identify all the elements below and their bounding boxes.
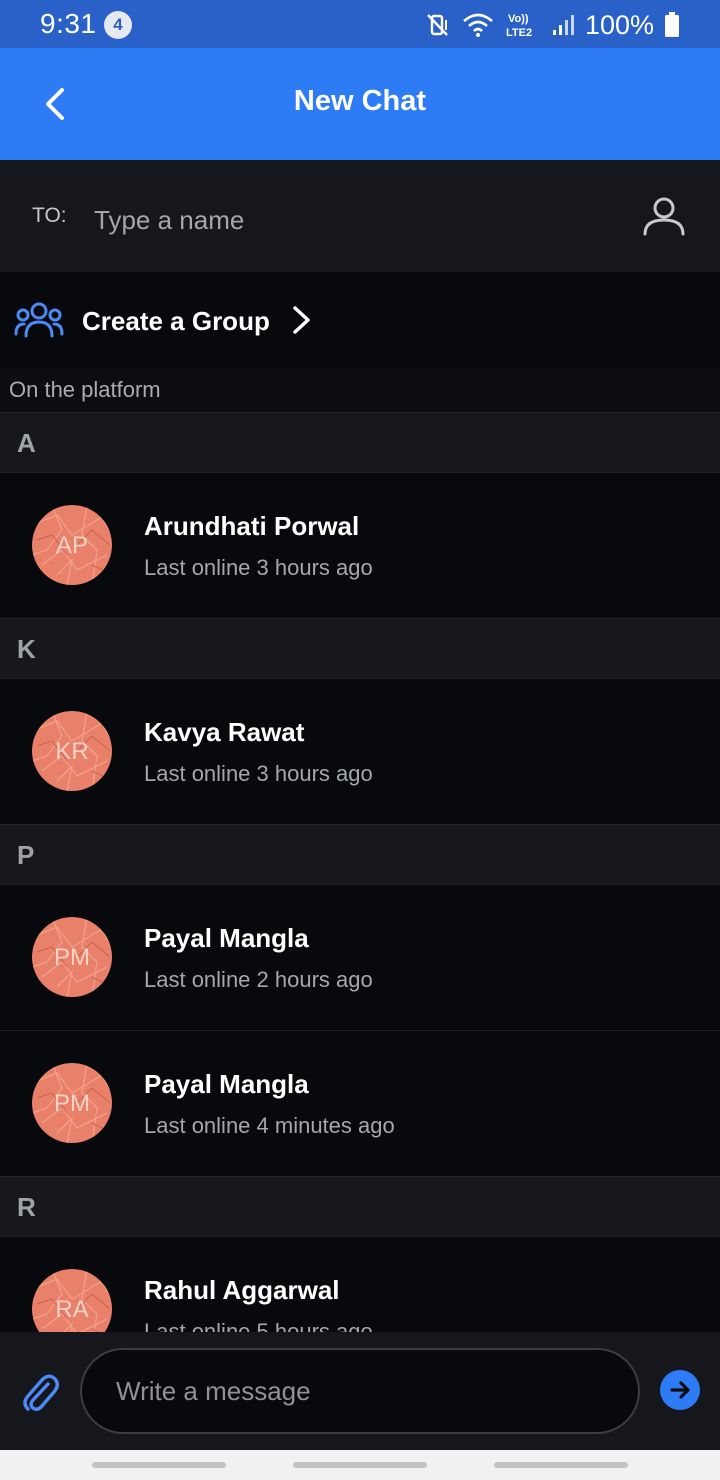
- group-icon: [14, 302, 64, 338]
- avatar: KR: [32, 711, 112, 791]
- contact-row[interactable]: PM Payal Mangla Last online 4 minutes ag…: [0, 1030, 720, 1176]
- section-title: On the platform: [0, 368, 720, 412]
- to-label: TO:: [32, 204, 67, 227]
- contact-row[interactable]: PM Payal Mangla Last online 2 hours ago: [0, 884, 720, 1030]
- person-icon: [643, 197, 685, 236]
- contact-name: Rahul Aggarwal: [144, 1275, 340, 1305]
- message-input[interactable]: [80, 1348, 640, 1434]
- vibrate-mute-icon: [425, 12, 451, 38]
- notification-count-badge: 4: [104, 11, 132, 39]
- create-group-row[interactable]: Create a Group: [0, 272, 720, 368]
- battery-icon: [664, 12, 680, 38]
- contact-last-online: Last online 3 hours ago: [144, 761, 373, 786]
- send-button[interactable]: [660, 1370, 700, 1410]
- nav-recents-handle[interactable]: [92, 1462, 226, 1468]
- recipient-row: TO:: [0, 160, 720, 272]
- avatar: PM: [32, 917, 112, 997]
- avatar-initials: PM: [54, 944, 90, 971]
- volte-lte-icon: Vo)) LTE2: [505, 10, 541, 40]
- app-bar: New Chat: [0, 48, 720, 160]
- contact-row[interactable]: KR Kavya Rawat Last online 3 hours ago: [0, 678, 720, 824]
- nav-home-handle[interactable]: [293, 1462, 427, 1468]
- status-time: 9:31: [40, 8, 97, 39]
- message-composer: [0, 1332, 720, 1450]
- battery-percent: 100%: [584, 9, 654, 40]
- contacts-picker-button[interactable]: [640, 192, 688, 240]
- arrow-right-icon: [670, 1381, 690, 1399]
- avatar-initials: AP: [55, 532, 88, 559]
- signal-icon: [551, 13, 575, 37]
- contact-name: Arundhati Porwal: [144, 511, 360, 541]
- new-chat-screen: 9:31 4 Vo)) LTE2 100% New Chat TO: Type …: [0, 0, 720, 1480]
- contact-name: Payal Mangla: [144, 1069, 309, 1099]
- status-bar: 9:31 4 Vo)) LTE2 100%: [0, 0, 720, 48]
- svg-text:Vo)): Vo)): [508, 13, 529, 25]
- recipient-name-input[interactable]: [94, 200, 594, 240]
- paperclip-icon: [23, 1374, 59, 1411]
- section-header-k: K: [0, 618, 720, 678]
- status-icons: Vo)) LTE2 100%: [425, 8, 680, 42]
- create-group-label: Create a Group: [82, 306, 270, 336]
- svg-text:LTE2: LTE2: [506, 27, 532, 39]
- contact-last-online: Last online 2 hours ago: [144, 967, 373, 992]
- chevron-right-icon: [293, 306, 310, 334]
- contact-last-online: Last online 4 minutes ago: [144, 1113, 395, 1138]
- contact-name: Kavya Rawat: [144, 717, 305, 747]
- nav-back-handle[interactable]: [494, 1462, 628, 1468]
- contact-name: Payal Mangla: [144, 923, 309, 953]
- avatar: PM: [32, 1063, 112, 1143]
- attach-button[interactable]: [20, 1370, 60, 1414]
- system-navigation-bar: [0, 1450, 720, 1480]
- avatar-initials: RA: [55, 1296, 89, 1323]
- avatar-initials: KR: [55, 738, 89, 765]
- page-title: New Chat: [293, 85, 427, 117]
- wifi-icon: [461, 11, 495, 39]
- section-header-p: P: [0, 824, 720, 884]
- contact-row[interactable]: AP Arundhati Porwal Last online 3 hours …: [0, 472, 720, 618]
- contact-last-online: Last online 3 hours ago: [144, 555, 373, 580]
- avatar-initials: PM: [54, 1090, 90, 1117]
- section-header-a: A: [0, 412, 720, 472]
- avatar: AP: [32, 505, 112, 585]
- section-header-r: R: [0, 1176, 720, 1236]
